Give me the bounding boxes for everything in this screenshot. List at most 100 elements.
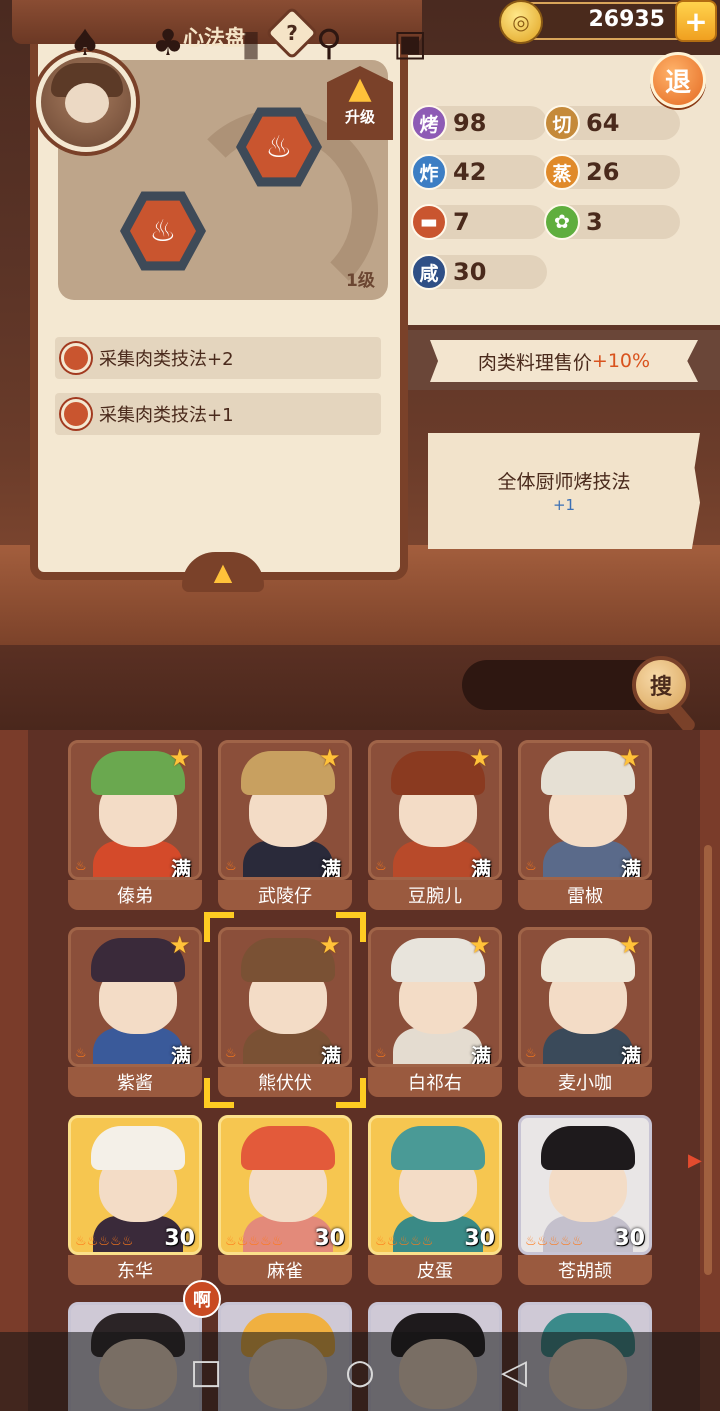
chef-level: 30 xyxy=(164,1226,195,1251)
chef-portrait: ♨♨♨♨♨ 30 xyxy=(218,1115,352,1255)
bonus-ribbon-text: 肉类料理售价 xyxy=(477,351,592,374)
chef-card[interactable]: ♨ ★ 满武陵仔 xyxy=(218,740,352,910)
max-level-label: 满 xyxy=(321,1044,341,1067)
selection-corner xyxy=(204,1078,234,1108)
chef-card[interactable]: ♨♨♨♨♨ 30 东华 xyxy=(68,1115,202,1285)
chef-card[interactable]: ♨ ★ 满熊伏伏 xyxy=(218,927,352,1097)
chef-name: 武陵仔 xyxy=(218,880,352,910)
stat-icon: 咸 xyxy=(411,254,447,290)
skill-label: 采集肉类技法+1 xyxy=(99,405,234,426)
max-level-label: 满 xyxy=(621,1044,641,1067)
chef-name: 熊伏伏 xyxy=(218,1067,352,1097)
chef-card[interactable]: ♨ ★ 满白祁右 xyxy=(368,927,502,1097)
chef-card[interactable]: ♨♨♨♨♨ 30 麻雀 xyxy=(218,1115,352,1285)
chef-card[interactable]: ♨ ★ 满麦小咖 xyxy=(518,927,652,1097)
flame-rank-icon: ♨ xyxy=(75,1046,87,1061)
chef-name: 雷椒 xyxy=(518,880,652,910)
star-icon: ★ xyxy=(619,931,641,959)
flame-rank-icon: ♨♨♨♨♨ xyxy=(75,1234,134,1249)
filter-jar-icon[interactable]: ▮ xyxy=(228,20,274,66)
note-card-plus: +1 xyxy=(552,496,576,514)
flame-rank-icon: ♨♨♨♨♨ xyxy=(225,1234,284,1249)
chef-level: 30 xyxy=(464,1226,495,1251)
meat-icon: ♨ xyxy=(130,200,196,262)
bonus-ribbon: 肉类料理售价 +10% xyxy=(430,340,698,382)
note-card-text: 全体厨师烤技法 xyxy=(497,471,631,493)
filter-poultry-icon[interactable]: ♣ xyxy=(145,20,191,66)
filter-location-icon[interactable]: ⚲ xyxy=(306,20,352,66)
chef-card[interactable]: ♨ ★ 满紫酱 xyxy=(68,927,202,1097)
max-level-label: 满 xyxy=(171,857,191,880)
chef-portrait: ♨♨♨♨♨ 30 xyxy=(68,1115,202,1255)
home-icon[interactable]: ○ xyxy=(340,1352,380,1392)
flame-rank-icon: ♨ xyxy=(525,859,537,874)
exit-button[interactable]: 退 xyxy=(650,52,706,108)
star-icon: ★ xyxy=(319,744,341,772)
grid-frame-left xyxy=(0,730,28,1411)
chef-card[interactable]: ♨ ★ 满豆腕儿 xyxy=(368,740,502,910)
board-level: 1级 xyxy=(346,271,375,291)
search-button[interactable]: 搜 xyxy=(632,656,690,714)
currency-bar: ◎ 26935 + xyxy=(499,0,717,44)
star-icon: ★ xyxy=(469,744,491,772)
stat-value: 64 xyxy=(586,109,620,137)
scrollbar[interactable] xyxy=(704,845,712,1275)
max-level-label: 满 xyxy=(621,857,641,880)
stat-icon: 炸 xyxy=(411,154,447,190)
chef-portrait: ♨ ★ 满 xyxy=(368,740,502,880)
star-icon: ★ xyxy=(169,931,191,959)
chef-hat xyxy=(391,1126,485,1170)
chef-portrait: ♨♨♨♨♨ 30 xyxy=(518,1115,652,1255)
stat-icon: 烤 xyxy=(411,105,447,141)
meat-icon xyxy=(61,399,91,429)
chef-hat xyxy=(241,1126,335,1170)
filter-meat-icon[interactable]: ♠ xyxy=(62,20,108,66)
flame-rank-icon: ♨ xyxy=(375,1046,387,1061)
stat-row: 咸 30 xyxy=(411,254,547,290)
flame-rank-icon: ♨ xyxy=(225,859,237,874)
stat-row: 切 64 xyxy=(544,105,680,141)
chef-portrait: ♨ ★ 满 xyxy=(218,927,352,1067)
stat-row: 蒸 26 xyxy=(544,154,680,190)
back-icon[interactable]: ◁ xyxy=(494,1352,534,1392)
stat-value: 26 xyxy=(586,158,620,186)
stat-row: 烤 98 xyxy=(411,105,547,141)
chef-portrait: ♨ ★ 满 xyxy=(518,740,652,880)
chef-portrait: ♨ ★ 满 xyxy=(518,927,652,1067)
max-level-label: 满 xyxy=(471,1044,491,1067)
stat-value: 3 xyxy=(586,208,603,236)
chevron-up-icon: ▲ xyxy=(213,558,233,586)
max-level-label: 满 xyxy=(471,857,491,880)
add-currency-button[interactable]: + xyxy=(675,0,717,42)
star-icon: ★ xyxy=(469,931,491,959)
bonus-ribbon-value: +10% xyxy=(591,350,651,372)
chef-card[interactable]: ♨ ★ 满傣弟 xyxy=(68,740,202,910)
chef-level: 30 xyxy=(314,1226,345,1251)
star-icon: ★ xyxy=(619,744,641,772)
selection-corner xyxy=(336,912,366,942)
stat-icon: ✿ xyxy=(544,204,580,240)
coin-icon: ◎ xyxy=(499,0,543,44)
stat-value: 42 xyxy=(453,158,487,186)
skill-label: 采集肉类技法+2 xyxy=(99,349,234,370)
max-level-label: 满 xyxy=(321,857,341,880)
chef-name: 东华 xyxy=(68,1255,202,1285)
flame-rank-icon: ♨♨♨♨♨ xyxy=(375,1234,434,1249)
selection-corner xyxy=(204,912,234,942)
chef-card[interactable]: ♨♨♨♨♨ 30 苍胡颉 xyxy=(518,1115,652,1285)
stat-row: ✿ 3 xyxy=(544,204,680,240)
chef-card[interactable]: ♨ ★ 满雷椒 xyxy=(518,740,652,910)
stat-value: 30 xyxy=(453,258,487,286)
flame-rank-icon: ♨ xyxy=(225,1046,237,1061)
chef-name: 麻雀 xyxy=(218,1255,352,1285)
filter-unknown-icon[interactable]: ▣ xyxy=(387,20,433,66)
selection-corner xyxy=(336,1078,366,1108)
chef-name: 豆腕儿 xyxy=(368,880,502,910)
chef-hat xyxy=(91,1126,185,1170)
stat-value: 98 xyxy=(453,109,487,137)
stat-icon: ▬ xyxy=(411,204,447,240)
flame-rank-icon: ♨ xyxy=(525,1046,537,1061)
chef-name: 白祁右 xyxy=(368,1067,502,1097)
recent-apps-icon[interactable]: □ xyxy=(186,1352,226,1392)
chef-card[interactable]: ♨♨♨♨♨ 30 皮蛋 xyxy=(368,1115,502,1285)
